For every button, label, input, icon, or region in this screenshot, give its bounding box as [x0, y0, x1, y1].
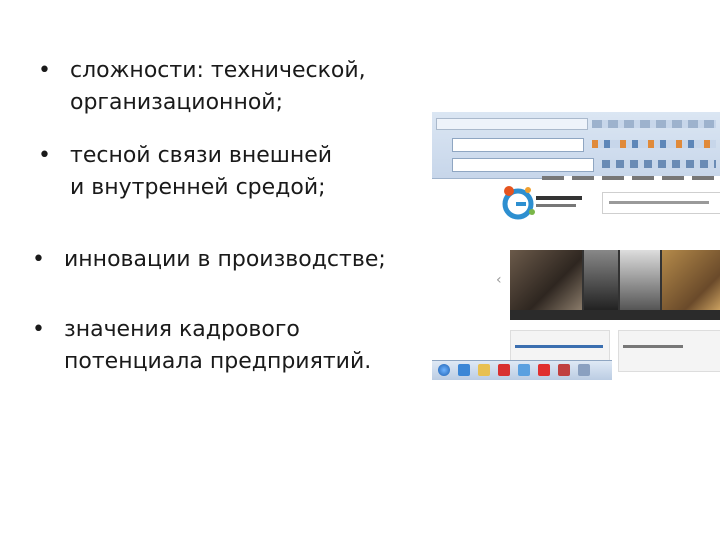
bullet-line: потенциала предприятий.	[64, 349, 372, 374]
content-panel-right	[618, 330, 720, 372]
browser-screenshot-image: ‹	[432, 112, 720, 380]
opera-icon	[498, 364, 510, 376]
bullet-line: тесной связи внешней	[70, 143, 333, 168]
bullet-line: значения кадрового	[64, 317, 300, 342]
bullet-dot: •	[38, 143, 51, 168]
bullet-dot: •	[38, 58, 51, 83]
bullet-text: инновации в производстве;	[64, 244, 386, 276]
logo-tagline	[536, 204, 576, 207]
europeana-logo-icon	[502, 186, 535, 220]
app-icon	[578, 364, 590, 376]
bullet-text: тесной связи внешней и внутренней средой…	[70, 140, 332, 204]
bullet-dot: •	[32, 247, 45, 272]
chevron-left-icon: ‹	[496, 272, 502, 288]
address-bar	[452, 138, 584, 152]
yandex-icon	[538, 364, 550, 376]
site-search-box	[602, 192, 720, 214]
ie-icon	[458, 364, 470, 376]
logo-wordmark	[536, 196, 582, 200]
browser-tabs	[592, 120, 716, 128]
browser-search-bar	[452, 158, 594, 172]
browser-toolbar	[432, 112, 720, 179]
bullet-line: инновации в производстве;	[64, 247, 386, 272]
windows-taskbar	[432, 360, 612, 380]
carousel-captions	[510, 310, 720, 320]
photo-carousel	[510, 250, 720, 310]
browser-tools	[602, 160, 716, 168]
bullet-text: сложности: технической, организационной;	[70, 55, 366, 119]
bullet-dot: •	[32, 317, 45, 342]
app-icon	[558, 364, 570, 376]
media-icon	[518, 364, 530, 376]
bullet-line: и внутренней средой;	[70, 175, 326, 200]
folder-icon	[478, 364, 490, 376]
browser-title-bar	[436, 118, 588, 130]
favorites-bar	[592, 140, 716, 148]
bullet-line: сложности: технической,	[70, 58, 366, 83]
bullet-text: значения кадрового потенциала предприяти…	[64, 314, 371, 378]
site-menu	[542, 176, 720, 180]
bullet-line: организационной;	[70, 90, 283, 115]
start-orb-icon	[438, 364, 450, 376]
